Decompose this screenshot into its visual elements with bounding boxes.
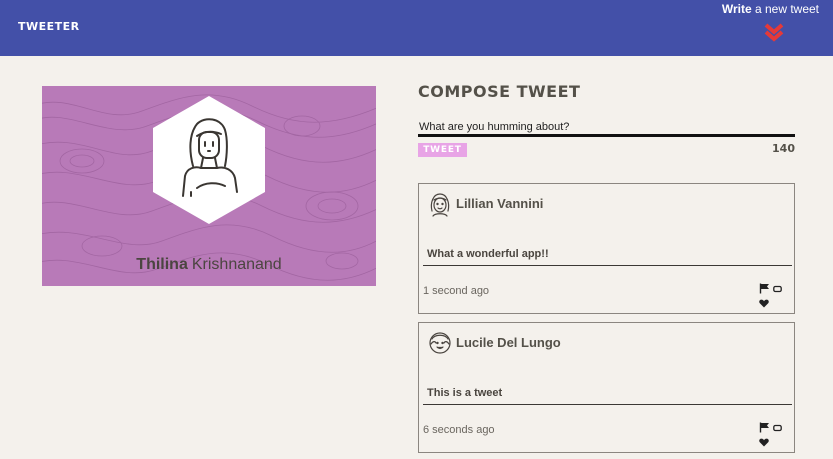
profile-avatar-hexagon [153,96,265,224]
user-avatar-icon [429,332,451,354]
tweet-button[interactable]: TWEET [418,143,467,157]
heart-icon[interactable] [759,299,769,308]
tweet-card: Lucile Del Lungo This is a tweet 6 secon… [418,322,795,453]
write-rest-label: a new tweet [751,2,819,16]
tweet-timestamp: 6 seconds ago [423,424,495,436]
flag-icon[interactable] [759,422,770,433]
profile-name: Thilina Krishnanand [42,256,376,274]
write-bold-label: Write [721,2,752,16]
retweet-icon[interactable] [773,285,782,293]
character-counter: 140 [772,142,795,155]
write-new-tweet[interactable]: Write a new tweet [722,2,819,16]
profile-last-name: Krishnanand [191,256,282,273]
tweet-card: Lillian Vannini What a wonderful app!! 1… [418,183,795,314]
retweet-icon[interactable] [773,424,782,432]
tweet-text: What a wonderful app!! [427,248,549,260]
profile-first-name: Thilina [136,256,188,273]
flag-icon[interactable] [759,283,770,294]
tweet-timestamp: 1 second ago [423,285,490,297]
compose-title: COMPOSE TWEET [418,82,581,101]
double-chevron-down-icon[interactable] [764,22,784,42]
tweet-divider [423,265,792,266]
brand-logo[interactable]: TWEETER [18,20,80,33]
top-nav: TWEETER Write a new tweet [0,0,833,56]
tweet-text: This is a tweet [427,387,503,399]
heart-icon[interactable] [759,438,769,447]
tweet-input[interactable] [418,119,795,137]
tweet-author[interactable]: Lucile Del Lungo [456,335,561,350]
tweet-divider [423,404,792,405]
tweet-author[interactable]: Lillian Vannini [456,196,543,211]
user-avatar-icon [430,193,450,217]
